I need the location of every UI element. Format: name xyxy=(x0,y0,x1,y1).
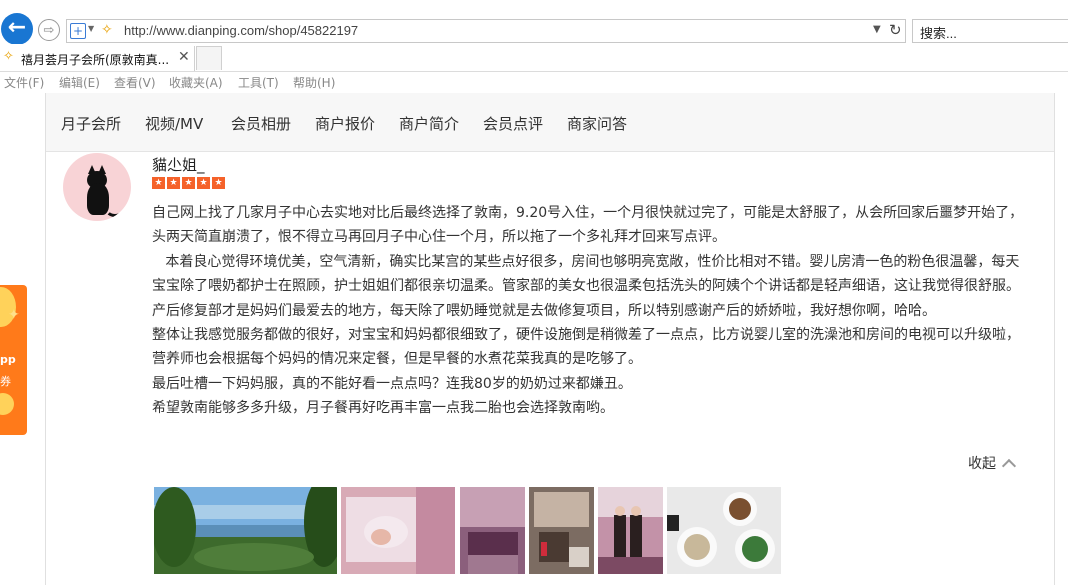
close-icon[interactable]: ✕ xyxy=(178,49,190,65)
url-text[interactable]: http://www.dianping.com/shop/45822197 xyxy=(124,23,358,38)
url-field[interactable]: + ▼ ✧ http://www.dianping.com/shop/45822… xyxy=(66,19,906,43)
subnav-item-price[interactable]: 商户报价 xyxy=(315,113,375,134)
forward-button[interactable]: ⇨ xyxy=(38,19,60,41)
review-paragraph: 希望敦南能够多多升级，月子餐再好吃再丰富一点我二胎也会选择敦南哟。 xyxy=(152,400,614,417)
subnav-item-intro[interactable]: 商户简介 xyxy=(399,113,459,134)
lake-landscape-photo xyxy=(154,487,337,574)
search-placeholder: 搜索... xyxy=(920,26,957,41)
review-photo-3[interactable] xyxy=(460,487,525,574)
coin-icon xyxy=(0,393,14,415)
baby-photo xyxy=(341,487,455,574)
url-dropdown-icon[interactable]: ▼ xyxy=(873,24,881,35)
star-icon: ★ xyxy=(182,177,195,189)
site-favicon-icon: ✧ xyxy=(3,49,14,64)
review-paragraph: 整体让我感觉服务都做的很好，对宝宝和妈妈都很细致了，硬件设施倒是稍微差了一点点，… xyxy=(152,327,1020,368)
menu-edit[interactable]: 编辑(E) xyxy=(59,74,100,91)
promo-text: pp xyxy=(0,353,16,366)
menu-favorites[interactable]: 收藏夹(A) xyxy=(169,74,223,91)
menu-file[interactable]: 文件(F) xyxy=(4,74,44,91)
subnav-item-album[interactable]: 会员相册 xyxy=(231,113,291,134)
rating-stars: ★ ★ ★ ★ ★ xyxy=(152,177,227,189)
tab-bar: ✧ 禧月荟月子会所(原敦南真... ✕ xyxy=(0,44,1068,72)
new-tab-button[interactable] xyxy=(196,46,222,70)
tab-active[interactable]: ✧ 禧月荟月子会所(原敦南真... ✕ xyxy=(0,46,195,71)
review-username[interactable]: 貓尐姐_ xyxy=(152,154,205,175)
staff-photo xyxy=(598,487,663,574)
review-paragraph: 本着良心觉得环境优美，空气清新，确实比某宫的某些点好很多，房间也够明亮宽敞，性价… xyxy=(152,253,1020,319)
menu-bar: 文件(F) 编辑(E) 查看(V) 收藏夹(A) 工具(T) 帮助(H) xyxy=(0,72,1068,92)
star-icon: ★ xyxy=(152,177,165,189)
chevron-down-icon[interactable]: ▼ xyxy=(88,24,94,33)
refresh-icon[interactable]: ↻ xyxy=(889,21,902,39)
search-input[interactable]: 搜索... xyxy=(912,19,1068,43)
meal-photo xyxy=(667,487,781,574)
site-favicon-icon: ✧ xyxy=(101,22,113,38)
review-paragraph: 最后吐槽一下妈妈服，真的不能好看一点点吗？连我80岁的奶奶过来都嫌丑。 xyxy=(152,375,632,392)
subnav-item-qa[interactable]: 商家问答 xyxy=(567,113,627,134)
review-photo-6[interactable] xyxy=(667,487,781,574)
star-icon: ★ xyxy=(212,177,225,189)
app-promo-banner[interactable]: ✦ pp 券 xyxy=(0,285,27,435)
star-icon: ★ xyxy=(197,177,210,189)
browser-address-bar: ← ⇨ + ▼ ✧ http://www.dianping.com/shop/4… xyxy=(0,0,1068,45)
menu-view[interactable]: 查看(V) xyxy=(114,74,156,91)
tab-title: 禧月荟月子会所(原敦南真... xyxy=(21,53,170,67)
back-button[interactable]: ← xyxy=(1,13,33,45)
review-photo-2[interactable] xyxy=(341,487,455,574)
review-photo-5[interactable] xyxy=(598,487,663,574)
subnav-item-video[interactable]: 视频/MV xyxy=(145,113,203,134)
room-photo-2 xyxy=(529,487,594,574)
star-icon: ★ xyxy=(167,177,180,189)
main-content: 月子会所 视频/MV 会员相册 商户报价 商户简介 会员点评 商家问答 貓尐姐_… xyxy=(45,93,1055,585)
room-photo-1 xyxy=(460,487,525,574)
review-photo-4[interactable] xyxy=(529,487,594,574)
menu-help[interactable]: 帮助(H) xyxy=(293,74,335,91)
subnav-item-yuezi[interactable]: 月子会所 xyxy=(61,113,121,134)
shop-subnav: 月子会所 视频/MV 会员相册 商户报价 商户简介 会员点评 商家问答 xyxy=(46,93,1054,152)
site-shield-icon[interactable]: + xyxy=(70,23,86,39)
review-paragraph: 自己网上找了几家月子中心去实地对比后最终选择了敦南，9.20号入住，一个月很快就… xyxy=(152,205,1024,246)
review-body: 自己网上找了几家月子中心去实地对比后最终选择了敦南，9.20号入住，一个月很快就… xyxy=(152,201,1024,421)
promo-text-coupon: 券 xyxy=(0,375,11,388)
collapse-label: 收起 xyxy=(968,456,996,472)
sparkle-icon: ✦ xyxy=(8,307,20,323)
collapse-button[interactable]: 收起 xyxy=(968,453,1017,474)
avatar[interactable] xyxy=(63,153,131,221)
subnav-item-reviews[interactable]: 会员点评 xyxy=(483,113,543,134)
chevron-up-icon xyxy=(1001,458,1017,474)
menu-tools[interactable]: 工具(T) xyxy=(238,74,279,91)
review-photo-1[interactable] xyxy=(154,487,337,574)
